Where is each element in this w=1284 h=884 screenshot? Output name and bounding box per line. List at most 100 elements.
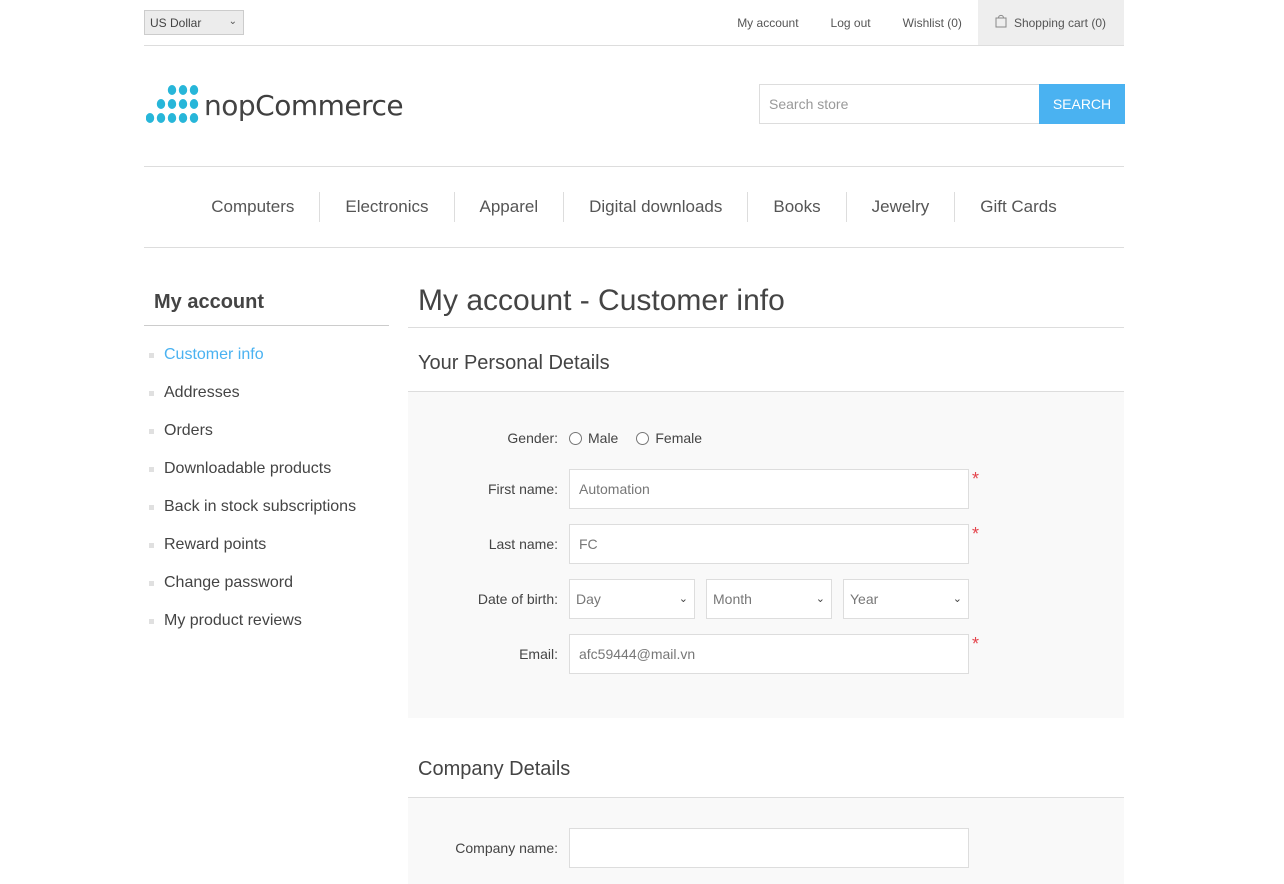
sidebar-item-downloadable-products[interactable]: Downloadable products bbox=[144, 450, 389, 488]
shopping-cart-link[interactable]: Shopping cart (0) bbox=[977, 0, 1124, 45]
sidebar-item-customer-info[interactable]: Customer info bbox=[144, 336, 389, 374]
search-box: SEARCH bbox=[759, 84, 1125, 124]
my-account-link[interactable]: My account bbox=[721, 16, 814, 30]
last-name-row: Last name: FC * bbox=[408, 524, 1124, 564]
bullet-icon bbox=[149, 391, 154, 396]
email-row: Email: afc59444@mail.vn * bbox=[408, 634, 1124, 674]
currency-selector-value: US Dollar bbox=[150, 16, 202, 30]
logo-dots-icon bbox=[146, 85, 199, 123]
chevron-down-icon: ⌄ bbox=[228, 16, 237, 27]
personal-details-panel: Gender: Male Female First name: Automati… bbox=[408, 392, 1124, 718]
email-label: Email: bbox=[519, 646, 558, 662]
first-name-row: First name: Automation * bbox=[408, 469, 1124, 509]
top-menu-item-digital-downloads[interactable]: Digital downloads bbox=[564, 192, 749, 222]
sidebar-item-back-in-stock[interactable]: Back in stock subscriptions bbox=[144, 488, 389, 526]
logo-dot bbox=[189, 99, 199, 109]
logo-text-light: nop bbox=[204, 88, 256, 122]
sidebar-item-label: Addresses bbox=[164, 384, 240, 401]
first-name-label: First name: bbox=[487, 481, 558, 497]
required-marker: * bbox=[972, 634, 980, 654]
search-input[interactable] bbox=[759, 84, 1039, 124]
email-field[interactable]: afc59444@mail.vn bbox=[569, 634, 969, 674]
gender-male-option[interactable]: Male bbox=[569, 430, 618, 446]
sidebar-item-orders[interactable]: Orders bbox=[144, 412, 389, 450]
sidebar-item-reward-points[interactable]: Reward points bbox=[144, 526, 389, 564]
personal-details-title: Your Personal Details bbox=[408, 346, 1124, 392]
bullet-icon bbox=[149, 619, 154, 624]
chevron-down-icon: ⌄ bbox=[678, 593, 688, 605]
chevron-down-icon: ⌄ bbox=[952, 593, 962, 605]
gender-label: Gender: bbox=[507, 430, 558, 446]
shopping-cart-label: Shopping cart (0) bbox=[1013, 15, 1106, 30]
logo-dot bbox=[167, 85, 177, 95]
header-links: My account Log out Wishlist (0) Shopping… bbox=[721, 0, 1124, 45]
logo-dot bbox=[167, 113, 177, 123]
gender-row: Gender: Male Female bbox=[408, 418, 1124, 458]
gender-female-label[interactable]: Female bbox=[655, 430, 702, 446]
date-of-birth-row: Date of birth: Day ⌄ Month ⌄ Year ⌄ bbox=[408, 579, 1124, 619]
top-menu-item-computers[interactable]: Computers bbox=[186, 192, 321, 222]
top-menu-item-gift-cards[interactable]: Gift Cards bbox=[955, 192, 1082, 222]
top-menu-item-jewelry[interactable]: Jewelry bbox=[847, 192, 956, 222]
top-menu-item-apparel[interactable]: Apparel bbox=[455, 192, 565, 222]
dob-day-select[interactable]: Day ⌄ bbox=[569, 579, 695, 619]
bullet-icon bbox=[149, 429, 154, 434]
required-marker: * bbox=[972, 469, 980, 489]
top-menu-item-books[interactable]: Books bbox=[748, 192, 847, 222]
sidebar-item-label: My product reviews bbox=[164, 612, 302, 629]
logo-dot bbox=[156, 99, 166, 109]
logo-dot bbox=[178, 113, 188, 123]
sidebar-item-label: Downloadable products bbox=[164, 460, 332, 477]
company-name-row: Company name: bbox=[408, 828, 1124, 868]
logo-dot bbox=[178, 85, 188, 95]
dob-month-value: Month bbox=[713, 591, 752, 607]
last-name-label: Last name: bbox=[488, 536, 558, 552]
wishlist-link[interactable]: Wishlist (0) bbox=[887, 16, 978, 30]
logo-dot bbox=[167, 99, 177, 109]
company-details-title: Company Details bbox=[408, 752, 1124, 798]
sidebar-item-product-reviews[interactable]: My product reviews bbox=[144, 602, 389, 640]
bullet-icon bbox=[149, 543, 154, 548]
bullet-icon bbox=[149, 581, 154, 586]
first-name-field[interactable]: Automation bbox=[569, 469, 969, 509]
shopping-bag-icon bbox=[995, 14, 1007, 27]
top-menu-item-electronics[interactable]: Electronics bbox=[320, 192, 455, 222]
top-menu: Computers Electronics Apparel Digital do… bbox=[144, 166, 1124, 248]
dob-year-select[interactable]: Year ⌄ bbox=[843, 579, 969, 619]
site-logo[interactable]: nopCommerce bbox=[146, 84, 404, 126]
sidebar-item-label: Reward points bbox=[164, 536, 267, 553]
company-name-field[interactable] bbox=[569, 828, 969, 868]
sidebar-nav: Customer info Addresses Orders Downloada… bbox=[144, 336, 389, 640]
sidebar-item-label: Back in stock subscriptions bbox=[164, 498, 357, 515]
logo-text: nopCommerce bbox=[204, 88, 404, 122]
gender-female-option[interactable]: Female bbox=[636, 430, 702, 446]
sidebar-title: My account bbox=[144, 286, 389, 326]
search-button[interactable]: SEARCH bbox=[1039, 84, 1125, 124]
sidebar-item-label: Customer info bbox=[164, 346, 264, 363]
required-marker: * bbox=[972, 524, 980, 544]
dob-month-select[interactable]: Month ⌄ bbox=[706, 579, 832, 619]
last-name-field[interactable]: FC bbox=[569, 524, 969, 564]
sidebar-item-label: Orders bbox=[164, 422, 213, 439]
dob-day-value: Day bbox=[576, 591, 601, 607]
bullet-icon bbox=[149, 353, 154, 358]
page-title: My account - Customer info bbox=[408, 280, 1124, 328]
date-of-birth-label: Date of birth: bbox=[477, 591, 558, 607]
sidebar-item-change-password[interactable]: Change password bbox=[144, 564, 389, 602]
gender-radio-group: Male Female bbox=[569, 418, 720, 458]
logo-dot bbox=[156, 113, 166, 123]
gender-male-radio[interactable] bbox=[569, 431, 582, 445]
logo-dot bbox=[189, 113, 199, 123]
company-details-panel: Company name: bbox=[408, 798, 1124, 884]
gender-female-radio[interactable] bbox=[636, 431, 650, 445]
currency-selector[interactable]: US Dollar ⌄ bbox=[144, 10, 244, 35]
bullet-icon bbox=[149, 505, 154, 510]
dob-year-value: Year bbox=[850, 591, 879, 607]
header-links-bar: US Dollar ⌄ My account Log out Wishlist … bbox=[144, 0, 1124, 46]
gender-male-label[interactable]: Male bbox=[588, 430, 618, 446]
logo-text-bold: Commerce bbox=[255, 88, 404, 122]
log-out-link[interactable]: Log out bbox=[815, 16, 887, 30]
logo-dot bbox=[189, 85, 199, 95]
logo-dot bbox=[178, 99, 188, 109]
sidebar-item-addresses[interactable]: Addresses bbox=[144, 374, 389, 412]
